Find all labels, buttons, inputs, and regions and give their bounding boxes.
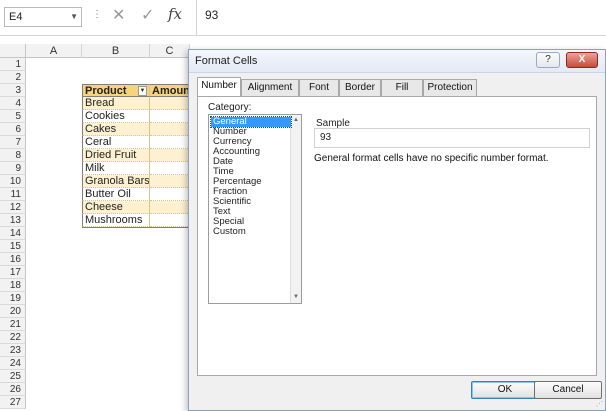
formula-value: 93 (205, 8, 219, 22)
row-header[interactable]: 2 (0, 71, 26, 84)
tab-alignment[interactable]: Alignment (241, 79, 299, 96)
row-header[interactable]: 7 (0, 136, 26, 149)
x-icon[interactable]: ✕ (112, 5, 125, 25)
column-header-a[interactable]: A (26, 44, 82, 58)
cancel-button[interactable]: Cancel (534, 381, 602, 399)
sample-value: 93 (320, 132, 332, 143)
row-header[interactable]: 19 (0, 292, 26, 305)
tab-number[interactable]: Number (197, 77, 241, 96)
column-header-b[interactable]: B (82, 44, 150, 58)
row-header[interactable]: 17 (0, 266, 26, 279)
tab-fill[interactable]: Fill (381, 79, 423, 96)
row-header[interactable]: 21 (0, 318, 26, 331)
tab-protection[interactable]: Protection (423, 79, 477, 96)
amount-cell[interactable] (150, 97, 190, 110)
row-header[interactable]: 9 (0, 162, 26, 175)
row-header[interactable]: 23 (0, 344, 26, 357)
row-header[interactable]: 1 (0, 58, 26, 71)
category-item-custom[interactable]: Custom (211, 227, 291, 237)
table-bottom-border (82, 227, 190, 228)
sample-box: 93 (314, 128, 590, 148)
product-cell[interactable]: Butter Oil (82, 188, 150, 201)
row-header[interactable]: 14 (0, 227, 26, 240)
resize-grip-icon[interactable]: ⋰ (596, 400, 603, 408)
amount-cell[interactable] (150, 175, 190, 188)
select-all-corner[interactable] (0, 44, 26, 58)
product-cell[interactable]: Ceral (82, 136, 150, 149)
product-cell[interactable]: Bread (82, 97, 150, 110)
filter-dropdown-icon[interactable]: ▼ (138, 86, 147, 96)
row-header[interactable]: 12 (0, 201, 26, 214)
chevron-down-icon[interactable]: ▼ (70, 8, 78, 26)
row-header[interactable]: 25 (0, 370, 26, 383)
scroll-up-icon[interactable]: ▲ (291, 115, 301, 126)
formula-input[interactable]: 93 (196, 0, 606, 36)
close-button[interactable]: X (566, 52, 598, 68)
row-header[interactable]: 8 (0, 149, 26, 162)
row-header[interactable]: 15 (0, 240, 26, 253)
row-header[interactable]: 22 (0, 331, 26, 344)
product-cell[interactable]: Mushrooms (82, 214, 150, 227)
category-scrollbar[interactable]: ▲ ▼ (290, 115, 301, 303)
amount-cell[interactable] (150, 136, 190, 149)
formula-bar-grip-icon: ⋮ (92, 9, 102, 20)
tab-border[interactable]: Border (339, 79, 381, 96)
product-cell[interactable]: Granola Bars (82, 175, 150, 188)
table-header-product[interactable]: Product ▼ (82, 84, 150, 97)
row-header[interactable]: 24 (0, 357, 26, 370)
amount-cell[interactable] (150, 188, 190, 201)
row-header[interactable]: 3 (0, 84, 26, 97)
table-header-amount[interactable]: Amoun (150, 84, 190, 97)
dialog-title-bar[interactable]: Format Cells ? X (189, 50, 605, 73)
amount-cell[interactable] (150, 110, 190, 123)
row-header[interactable]: 5 (0, 110, 26, 123)
product-cell[interactable]: Cakes (82, 123, 150, 136)
name-box-value: E4 (9, 11, 23, 23)
format-description: General format cells have no specific nu… (314, 153, 549, 164)
name-box[interactable]: E4 ▼ (4, 7, 82, 27)
row-header[interactable]: 18 (0, 279, 26, 292)
check-icon[interactable]: ✓ (141, 5, 154, 25)
product-cell[interactable]: Dried Fruit (82, 149, 150, 162)
row-header[interactable]: 10 (0, 175, 26, 188)
row-header[interactable]: 20 (0, 305, 26, 318)
product-cell[interactable]: Cookies (82, 110, 150, 123)
row-header[interactable]: 13 (0, 214, 26, 227)
row-header[interactable]: 4 (0, 97, 26, 110)
scroll-down-icon[interactable]: ▼ (291, 292, 301, 303)
product-cell[interactable]: Milk (82, 162, 150, 175)
row-header[interactable]: 16 (0, 253, 26, 266)
formula-bar: E4 ▼ ⋮ ✕ ✓ fx 93 (0, 0, 606, 36)
row-header[interactable]: 6 (0, 123, 26, 136)
table-header-label: Product (85, 85, 127, 97)
amount-cell[interactable] (150, 149, 190, 162)
ok-button[interactable]: OK (471, 381, 539, 399)
category-label: Category: (208, 102, 252, 113)
product-cell[interactable]: Cheese (82, 201, 150, 214)
amount-cell[interactable] (150, 162, 190, 175)
column-header-c[interactable]: C (150, 44, 190, 58)
number-tab-panel: Category: ▲ ▼ General Number Currency Accou… (197, 96, 597, 376)
row-header[interactable]: 11 (0, 188, 26, 201)
category-list[interactable]: ▲ ▼ General Number Currency Accounting Date T… (208, 114, 302, 304)
dialog-title: Format Cells (195, 55, 258, 67)
amount-cell[interactable] (150, 123, 190, 136)
format-cells-dialog: Format Cells ? X Number Alignment Font B… (188, 49, 606, 411)
insert-function-button[interactable]: fx (168, 5, 182, 23)
row-header[interactable]: 26 (0, 383, 26, 396)
amount-cell[interactable] (150, 201, 190, 214)
amount-cell[interactable] (150, 214, 190, 227)
row-header[interactable]: 27 (0, 396, 26, 409)
help-button[interactable]: ? (536, 52, 560, 68)
tab-font[interactable]: Font (299, 79, 339, 96)
